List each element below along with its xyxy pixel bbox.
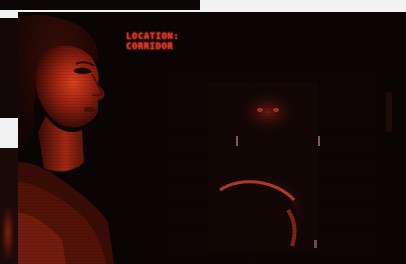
location-value: CORRIDOR [126,42,174,52]
corridor-scene-icon[interactable] [168,72,406,264]
background-window-fragment [0,148,18,264]
location-label: LOCATION: [126,32,180,42]
player-portrait-icon [18,14,114,264]
location-readout: LOCATION: CORRIDOR [126,32,179,52]
game-viewport[interactable]: LOCATION: CORRIDOR [18,12,406,264]
screenshot-composite: LOCATION: CORRIDOR [0,0,406,264]
background-window-fragment [0,0,200,10]
background-window-fragment [0,18,18,118]
